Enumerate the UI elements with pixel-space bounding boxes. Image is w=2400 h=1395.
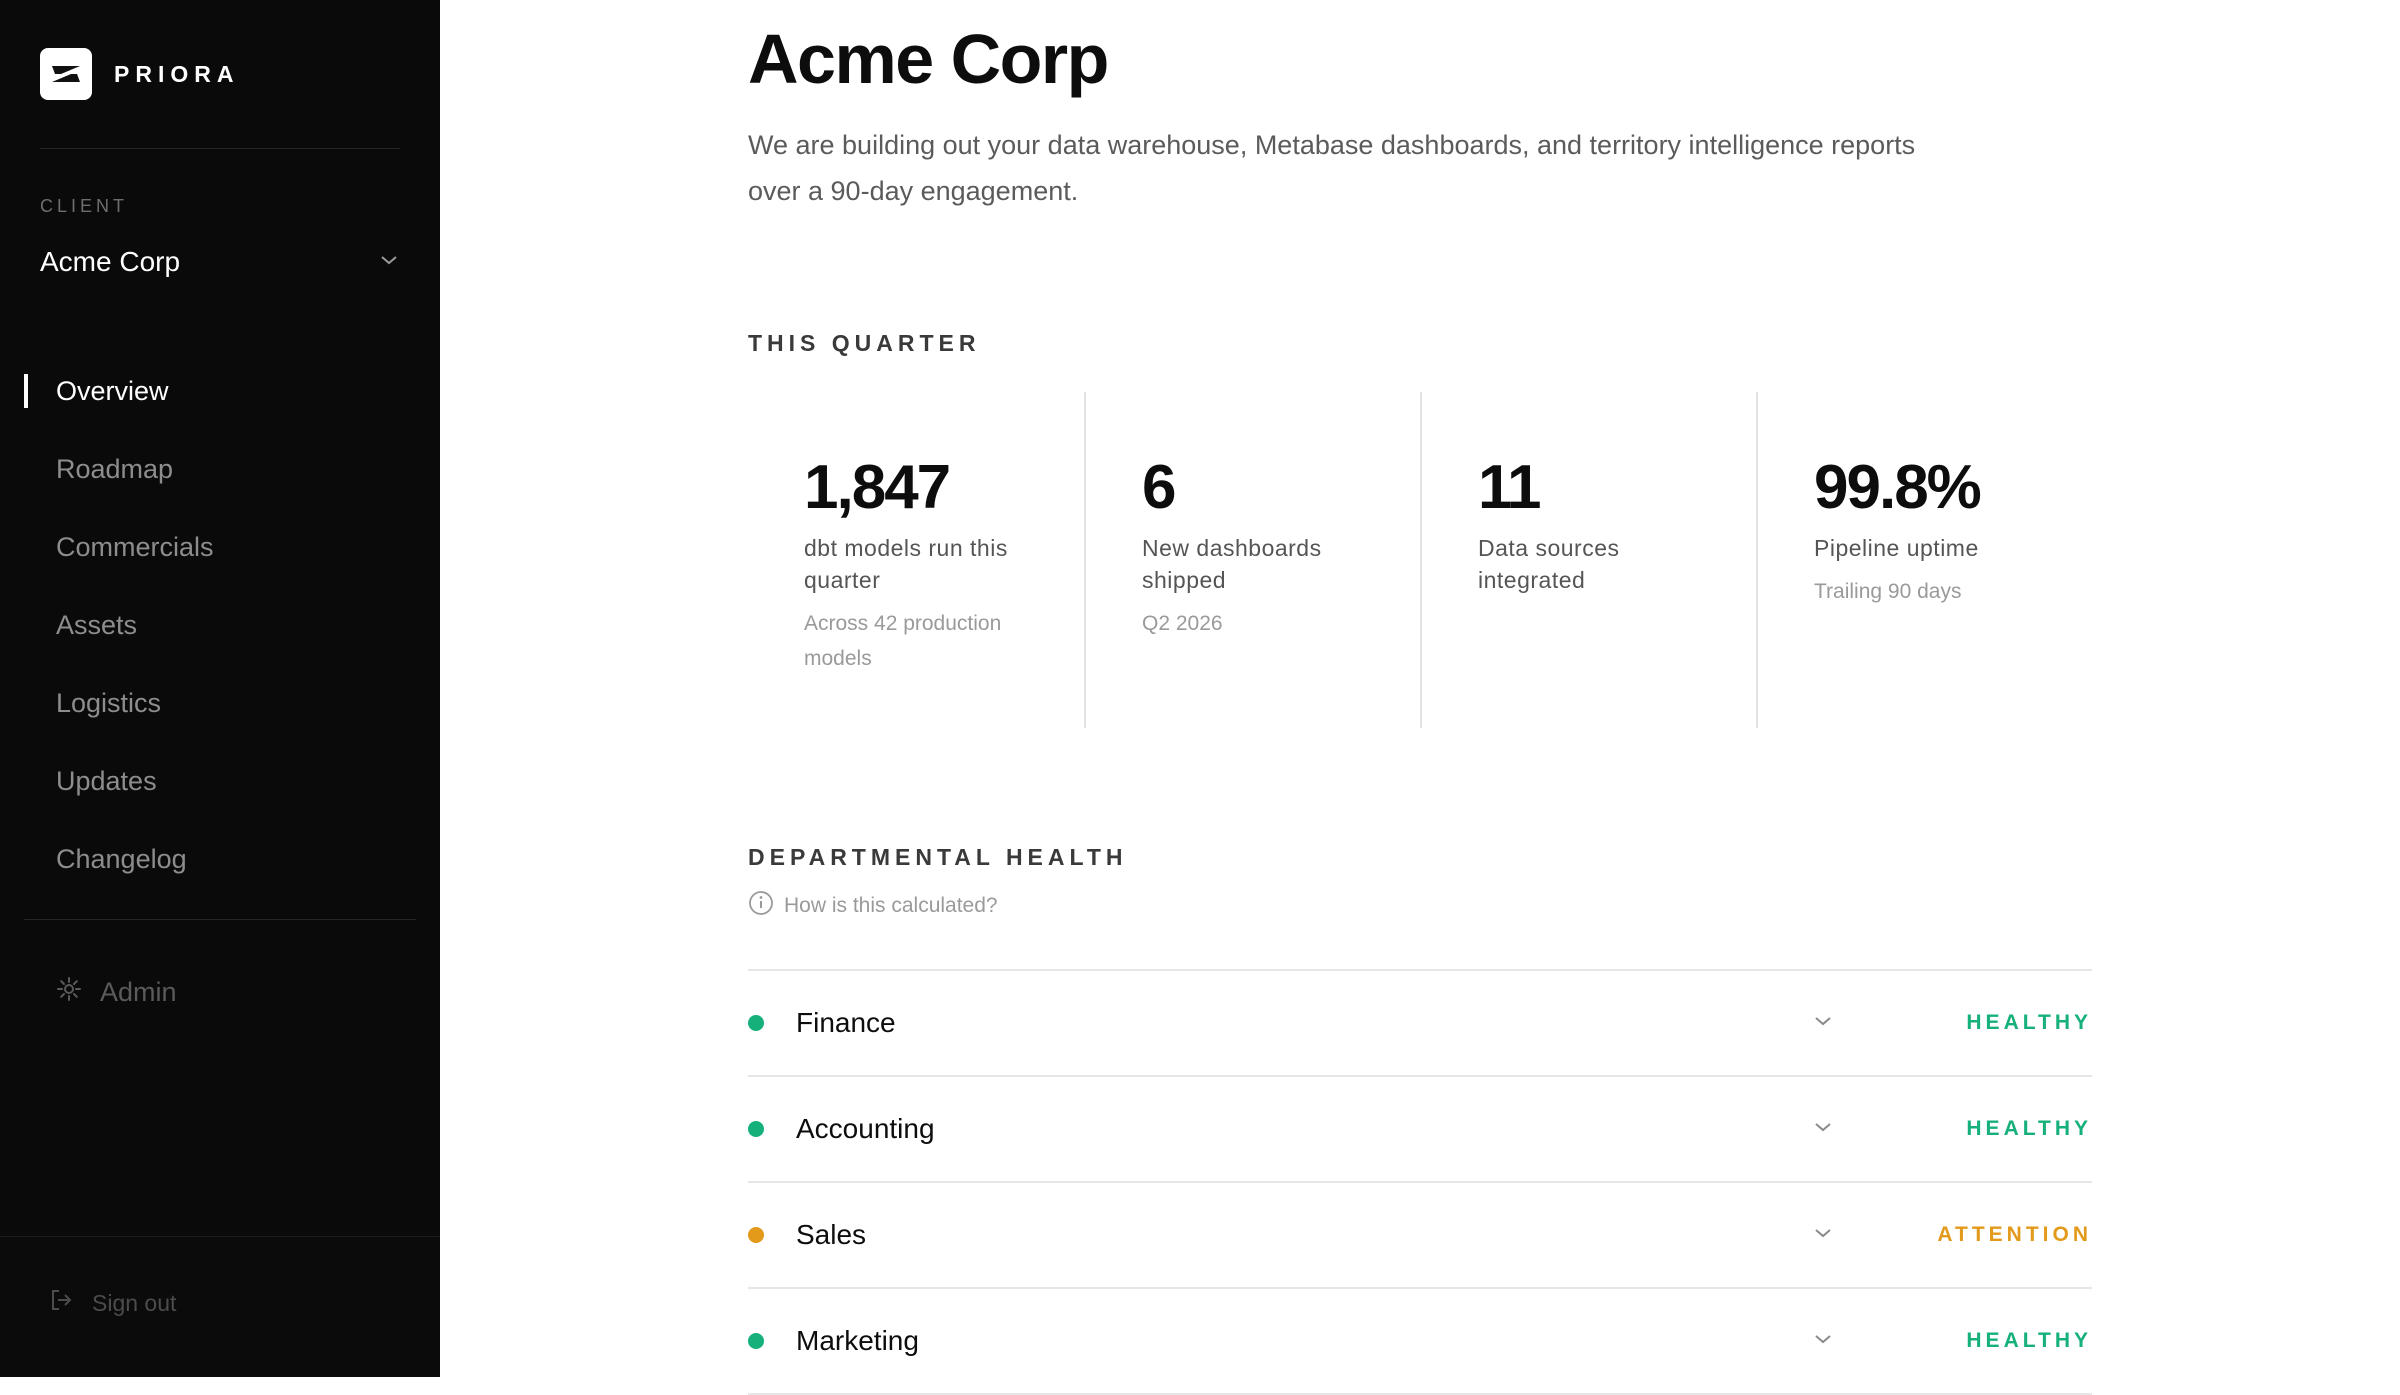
how-calculated-link[interactable]: How is this calculated?: [748, 890, 998, 922]
stats-grid: 1,847 dbt models run this quarter Across…: [748, 392, 2092, 728]
chevron-down-icon[interactable]: [1812, 1009, 1834, 1040]
stat-label: Data sources integrated: [1478, 535, 1620, 593]
section-title-quarter: THIS QUARTER: [748, 330, 981, 356]
client-name: Acme Corp: [40, 246, 181, 277]
section-title-health: DEPARTMENTAL HEALTH: [748, 844, 1128, 870]
client-selector[interactable]: Acme Corp: [40, 240, 400, 284]
how-calculated-label: How is this calculated?: [784, 894, 998, 917]
sidebar-item-label: Changelog: [56, 843, 187, 874]
stat-value: 6: [1142, 453, 1176, 522]
sidebar-footer: Sign out: [0, 1236, 440, 1377]
page-description: We are building out your data warehouse,…: [748, 130, 1916, 206]
sidebar-item-admin[interactable]: Admin: [56, 972, 177, 1012]
department-row-accounting[interactable]: Accounting HEALTHY: [748, 1077, 2092, 1183]
department-name: Marketing: [796, 1325, 919, 1356]
stat-label: New dashboards shipped: [1142, 535, 1322, 593]
sidebar-item-assets[interactable]: Assets: [0, 586, 440, 664]
sidebar-divider: [24, 919, 416, 920]
admin-label: Admin: [100, 976, 177, 1007]
stat-card: 6 New dashboards shipped Q2 2026: [1084, 392, 1420, 728]
brand-logo[interactable]: PRIORA: [40, 48, 239, 100]
sidebar-item-label: Assets: [56, 609, 138, 640]
department-row-sales[interactable]: Sales ATTENTION: [748, 1183, 2092, 1289]
stat-card: 11 Data sources integrated: [1420, 392, 1756, 728]
gear-icon: [56, 976, 100, 1009]
brand-name: PRIORA: [114, 60, 240, 87]
status-dot: [748, 1015, 764, 1031]
sidebar-item-commercials[interactable]: Commercials: [0, 508, 440, 586]
priora-logo-icon: [40, 48, 92, 100]
stat-label: dbt models run this quarter: [804, 535, 1008, 593]
chevron-down-icon[interactable]: [1812, 1115, 1834, 1146]
sidebar-item-logistics[interactable]: Logistics: [0, 664, 440, 742]
sign-out-button[interactable]: Sign out: [48, 1287, 176, 1319]
stat-card: 1,847 dbt models run this quarter Across…: [748, 392, 1084, 728]
sidebar-item-updates[interactable]: Updates: [0, 742, 440, 820]
stat-subtext: Q2 2026: [1142, 612, 1223, 635]
status-badge: HEALTHY: [1966, 1117, 2092, 1140]
department-name: Finance: [796, 1007, 896, 1038]
sidebar-item-changelog[interactable]: Changelog: [0, 820, 440, 898]
status-badge: HEALTHY: [1966, 1329, 2092, 1352]
status-badge: ATTENTION: [1937, 1223, 2092, 1246]
chevron-down-icon[interactable]: [1812, 1327, 1834, 1358]
status-dot: [748, 1121, 764, 1137]
sidebar-item-label: Logistics: [56, 687, 162, 718]
status-dot: [748, 1333, 764, 1349]
active-indicator: [24, 374, 28, 408]
stat-value: 99.8%: [1814, 453, 1982, 522]
stat-value: 11: [1478, 453, 1542, 522]
stat-subtext: Trailing 90 days: [1814, 580, 1962, 603]
stat-value: 1,847: [804, 453, 951, 522]
department-row-finance[interactable]: Finance HEALTHY: [748, 971, 2092, 1077]
sidebar-item-label: Updates: [56, 765, 157, 796]
status-badge: HEALTHY: [1966, 1011, 2092, 1034]
sidebar-item-label: Commercials: [56, 531, 214, 562]
sidebar-item-roadmap[interactable]: Roadmap: [0, 430, 440, 508]
status-dot: [748, 1227, 764, 1243]
sidebar-item-label: Overview: [56, 375, 169, 406]
department-name: Accounting: [796, 1113, 935, 1144]
client-label: CLIENT: [40, 196, 129, 216]
department-list: Finance HEALTHY Accounting HEALTHY Sales…: [748, 969, 2092, 1395]
chevron-down-icon: [378, 253, 400, 272]
department-name: Sales: [796, 1219, 867, 1250]
sign-out-label: Sign out: [92, 1289, 177, 1316]
stat-card: 99.8% Pipeline uptime Trailing 90 days: [1756, 392, 2092, 728]
department-row-marketing[interactable]: Marketing HEALTHY: [748, 1289, 2092, 1395]
sidebar: PRIORA CLIENT Acme Corp Overview Roadmap…: [0, 0, 440, 1377]
stat-label: Pipeline uptime: [1814, 535, 1979, 561]
sidebar-item-overview[interactable]: Overview: [0, 352, 440, 430]
info-icon: [748, 890, 784, 922]
chevron-down-icon[interactable]: [1812, 1221, 1834, 1252]
page-title: Acme Corp: [748, 20, 1109, 98]
sidebar-item-label: Roadmap: [56, 453, 174, 484]
stat-subtext: Across 42 production models: [804, 612, 1002, 670]
sidebar-nav: Overview Roadmap Commercials Assets Logi…: [0, 352, 440, 898]
sidebar-divider: [40, 148, 400, 149]
sign-out-icon: [48, 1287, 92, 1319]
